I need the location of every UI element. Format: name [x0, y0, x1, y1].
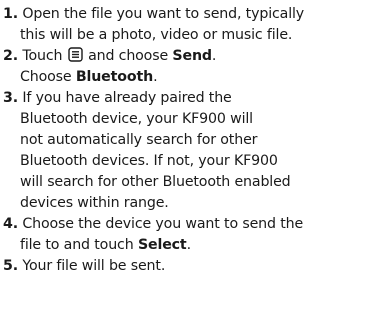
bluetooth-keyword: Bluetooth [75, 69, 154, 85]
step-3-line-3: not automatically search for other [3, 130, 363, 151]
step-number: 1. [3, 6, 18, 22]
step-text: file to and touch [20, 237, 134, 253]
step-number: 2. [3, 48, 18, 64]
step-text: Your file will be sent. [22, 258, 166, 274]
step-text: will search for other Bluetooth enabled [20, 174, 291, 190]
send-keyword: Send [172, 48, 212, 64]
step-number: 4. [3, 216, 18, 232]
step-1-line-1: 1. Open the file you want to send, typic… [3, 4, 363, 25]
step-3-line-1: 3. If you have already paired the [3, 88, 363, 109]
step-5-line-1: 5. Your file will be sent. [3, 256, 363, 277]
step-1-line-2: this will be a photo, video or music fil… [3, 25, 363, 46]
step-3-line-2: Bluetooth device, your KF900 will [3, 109, 363, 130]
step-text: not automatically search for other [20, 132, 258, 148]
step-number: 5. [3, 258, 18, 274]
step-text: this will be a photo, video or music fil… [20, 27, 293, 43]
step-text: Open the file you want to send, typicall… [22, 6, 305, 22]
step-text: . [211, 48, 217, 64]
instruction-list: 1. Open the file you want to send, typic… [3, 4, 363, 277]
step-3-line-6: devices within range. [3, 193, 363, 214]
step-text: Touch [22, 48, 63, 64]
step-text: If you have already paired the [22, 90, 232, 106]
step-4-line-2: file to and touch Select. [3, 235, 363, 256]
step-text: Choose the device you want to send the [22, 216, 304, 232]
menu-icon [67, 47, 83, 62]
step-2-line-1: 2. Touch and choose Send. [3, 46, 363, 67]
step-text: Bluetooth devices. If not, your KF900 [20, 153, 278, 169]
step-text: . [186, 237, 192, 253]
step-2-line-2: Choose Bluetooth. [3, 67, 363, 88]
step-text: devices within range. [20, 195, 169, 211]
step-text: . [153, 69, 158, 85]
step-3-line-4: Bluetooth devices. If not, your KF900 [3, 151, 363, 172]
step-number: 3. [3, 90, 18, 106]
step-text: and choose [88, 48, 169, 64]
step-text: Bluetooth device, your KF900 will [20, 111, 253, 127]
select-keyword: Select [137, 237, 187, 253]
step-text: Choose [20, 69, 72, 85]
step-4-line-1: 4. Choose the device you want to send th… [3, 214, 363, 235]
step-3-line-5: will search for other Bluetooth enabled [3, 172, 363, 193]
